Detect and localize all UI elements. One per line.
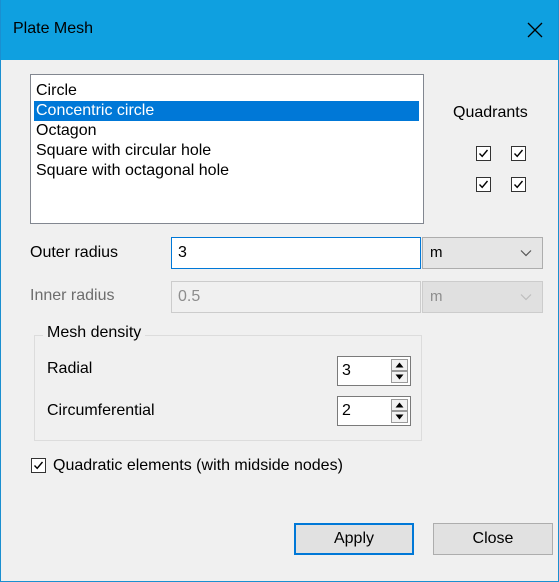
radial-spin-down[interactable] xyxy=(391,371,408,383)
spin-up-icon xyxy=(395,362,404,368)
spin-up-icon xyxy=(395,402,404,408)
outer-radius-label: Outer radius xyxy=(30,244,119,261)
inner-radius-unit-select[interactable]: m xyxy=(422,281,543,313)
circumferential-spin-down[interactable] xyxy=(391,411,408,423)
outer-radius-unit-select[interactable]: m xyxy=(422,237,543,269)
radial-spinner[interactable]: 3 xyxy=(337,356,411,386)
list-item-square-octagonal-hole[interactable]: Square with octagonal hole xyxy=(34,161,419,181)
quadrants-label: Quadrants xyxy=(453,104,528,121)
window-title: Plate Mesh xyxy=(13,20,94,37)
shape-listbox[interactable]: Circle Concentric circle Octagon Square … xyxy=(30,74,424,224)
quadrant-checkbox-3[interactable] xyxy=(476,177,491,192)
circumferential-spinner[interactable]: 2 xyxy=(337,396,411,426)
quadratic-elements-label[interactable]: Quadratic elements (with midside nodes) xyxy=(53,457,343,475)
chevron-down-icon xyxy=(520,294,532,301)
apply-button[interactable]: Apply xyxy=(294,523,414,555)
quadrant-checkbox-1[interactable] xyxy=(476,146,491,161)
title-bar[interactable]: Plate Mesh xyxy=(1,0,558,60)
list-item-square-circular-hole[interactable]: Square with circular hole xyxy=(34,141,419,161)
check-icon xyxy=(513,180,524,189)
circumferential-spin-up[interactable] xyxy=(391,399,408,411)
quadrant-checkbox-2[interactable] xyxy=(511,146,526,161)
check-icon xyxy=(478,180,489,189)
list-item-concentric-circle[interactable]: Concentric circle xyxy=(34,101,419,121)
radial-value: 3 xyxy=(342,362,351,379)
circumferential-label: Circumferential xyxy=(47,402,155,419)
check-icon xyxy=(513,149,524,158)
inner-radius-label: Inner radius xyxy=(30,287,115,304)
spin-down-icon xyxy=(395,374,404,380)
outer-radius-unit-value: m xyxy=(430,244,443,261)
close-button[interactable]: Close xyxy=(433,523,553,555)
radial-label: Radial xyxy=(47,360,93,377)
list-item-octagon[interactable]: Octagon xyxy=(34,121,419,141)
chevron-down-icon xyxy=(520,250,532,257)
spin-down-icon xyxy=(395,414,404,420)
list-item-circle[interactable]: Circle xyxy=(34,81,419,101)
close-window-button[interactable] xyxy=(514,0,558,60)
inner-radius-unit-value: m xyxy=(430,288,443,305)
quadrant-checkbox-4[interactable] xyxy=(511,177,526,192)
close-icon xyxy=(527,22,543,38)
plate-mesh-dialog: Plate Mesh Circle Concentric circle Octa… xyxy=(0,0,559,582)
quadratic-elements-checkbox[interactable] xyxy=(31,458,46,473)
outer-radius-input[interactable]: 3 xyxy=(171,237,421,269)
check-icon xyxy=(478,149,489,158)
mesh-density-title: Mesh density xyxy=(43,324,146,342)
radial-spin-up[interactable] xyxy=(391,359,408,371)
inner-radius-input[interactable]: 0.5 xyxy=(171,281,421,313)
circumferential-value: 2 xyxy=(342,402,351,419)
check-icon xyxy=(33,461,44,470)
